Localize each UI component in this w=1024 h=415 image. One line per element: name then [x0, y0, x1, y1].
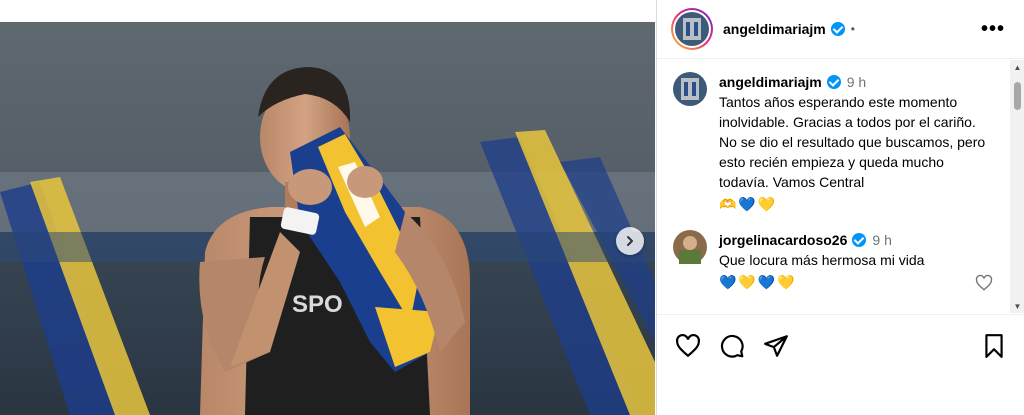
comment-username[interactable]: jorgelinacardoso26 [719, 232, 847, 248]
comments-list: angeldimariajm 9 h Tantos años esperando … [657, 60, 1011, 313]
post-side-panel: angeldimariajm • ••• angeldimariajm 9 h T… [656, 0, 1024, 415]
avatar-image [675, 12, 709, 46]
separator-dot: • [850, 22, 855, 36]
post-header: angeldimariajm • ••• [657, 0, 1024, 59]
comment-emojis: 💙💛💙💛 [719, 274, 797, 290]
scroll-up-arrow-icon[interactable]: ▲ [1010, 60, 1024, 74]
caption-time[interactable]: 9 h [847, 74, 866, 90]
verified-badge-icon [830, 22, 845, 36]
share-icon[interactable] [763, 333, 789, 359]
verified-badge-icon [852, 233, 867, 247]
header-username[interactable]: angeldimariajm [723, 21, 826, 37]
commenter-avatar[interactable] [673, 230, 707, 264]
scroll-down-arrow-icon[interactable]: ▼ [1010, 299, 1024, 313]
more-options-button[interactable]: ••• [981, 18, 1005, 41]
author-avatar[interactable] [671, 8, 713, 50]
comment-item: jorgelinacardoso26 9 h Que locura más her… [657, 214, 1011, 292]
scrollbar-thumb[interactable] [1014, 82, 1021, 110]
caption-emojis: 🫶💙💛 [719, 196, 778, 212]
comment-icon[interactable] [719, 333, 745, 359]
next-image-button[interactable] [616, 227, 644, 255]
action-bar [657, 314, 1024, 375]
chevron-right-icon [627, 236, 633, 246]
comment-time[interactable]: 9 h [872, 232, 891, 248]
caption-avatar[interactable] [673, 72, 707, 106]
comment-like-heart-icon[interactable] [975, 274, 993, 292]
comment-text: Que locura más hermosa mi vida [719, 252, 925, 268]
post-photo: SPO [0, 22, 655, 415]
svg-text:SPO: SPO [292, 291, 343, 318]
bookmark-icon[interactable] [981, 333, 1007, 359]
caption-username[interactable]: angeldimariajm [719, 74, 822, 90]
heart-icon[interactable] [675, 333, 701, 359]
post-image[interactable]: SPO [0, 22, 655, 415]
caption: angeldimariajm 9 h Tantos años esperando … [657, 60, 1011, 214]
verified-badge-icon [826, 75, 841, 89]
comments-scrollbar[interactable]: ▲ ▼ [1010, 60, 1024, 313]
caption-text: Tantos años esperando este momento inolv… [719, 94, 986, 190]
top-strip [0, 0, 655, 22]
